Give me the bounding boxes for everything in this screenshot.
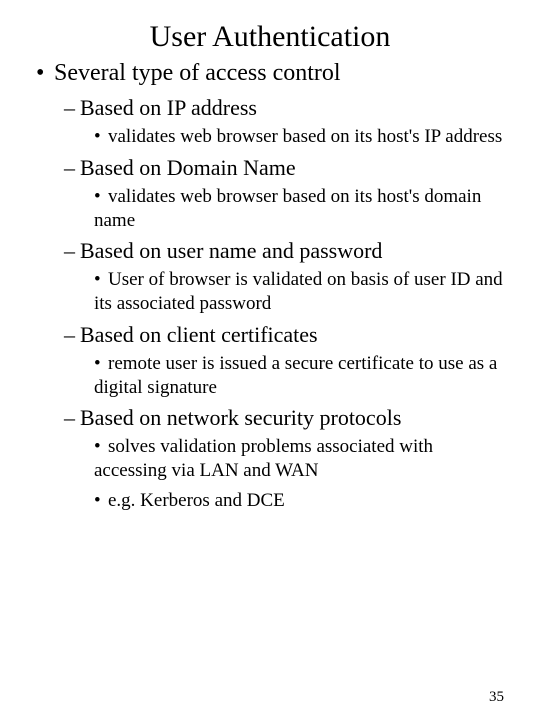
- bullet-level-3: •validates web browser based on its host…: [94, 185, 504, 233]
- bullet-level-3-text: validates web browser based on its host'…: [94, 186, 481, 231]
- bullet-level-3: •remote user is issued a secure certific…: [94, 352, 504, 400]
- bullet-level-2: –Based on Domain Name: [64, 155, 504, 181]
- bullet-level-2-text: Based on IP address: [80, 95, 257, 120]
- bullet-level-2-text: Based on network security protocols: [80, 405, 401, 430]
- bullet-icon: •: [36, 60, 54, 87]
- bullet-level-3: •User of browser is validated on basis o…: [94, 268, 504, 316]
- bullet-level-2-text: Based on Domain Name: [80, 155, 296, 180]
- bullet-level-3: •e.g. Kerberos and DCE: [94, 489, 504, 513]
- dot-icon: •: [94, 435, 108, 459]
- dot-icon: •: [94, 268, 108, 292]
- dash-icon: –: [64, 95, 80, 121]
- dot-icon: •: [94, 185, 108, 209]
- page-number: 35: [489, 689, 504, 706]
- dash-icon: –: [64, 322, 80, 348]
- bullet-level-3-text: User of browser is validated on basis of…: [94, 269, 503, 314]
- bullet-level-2: –Based on network security protocols: [64, 405, 504, 431]
- dash-icon: –: [64, 238, 80, 264]
- bullet-level-2-text: Based on user name and password: [80, 238, 382, 263]
- slide: User Authentication •Several type of acc…: [0, 0, 540, 720]
- bullet-level-3: •validates web browser based on its host…: [94, 125, 504, 149]
- bullet-level-2: –Based on user name and password: [64, 238, 504, 264]
- bullet-level-1-text: Several type of access control: [54, 60, 341, 86]
- bullet-level-2: –Based on IP address: [64, 95, 504, 121]
- bullet-level-1: •Several type of access control: [36, 60, 504, 87]
- dash-icon: –: [64, 155, 80, 181]
- dot-icon: •: [94, 352, 108, 376]
- bullet-level-3-text: validates web browser based on its host'…: [108, 126, 502, 147]
- dot-icon: •: [94, 125, 108, 149]
- bullet-level-3-text: e.g. Kerberos and DCE: [108, 490, 285, 511]
- bullet-level-3-text: solves validation problems associated wi…: [94, 436, 433, 481]
- slide-title: User Authentication: [36, 20, 504, 54]
- bullet-level-2-text: Based on client certificates: [80, 322, 318, 347]
- bullet-level-3-text: remote user is issued a secure certifica…: [94, 353, 497, 398]
- bullet-level-2: –Based on client certificates: [64, 322, 504, 348]
- dot-icon: •: [94, 489, 108, 513]
- dash-icon: –: [64, 405, 80, 431]
- bullet-level-3: •solves validation problems associated w…: [94, 435, 504, 483]
